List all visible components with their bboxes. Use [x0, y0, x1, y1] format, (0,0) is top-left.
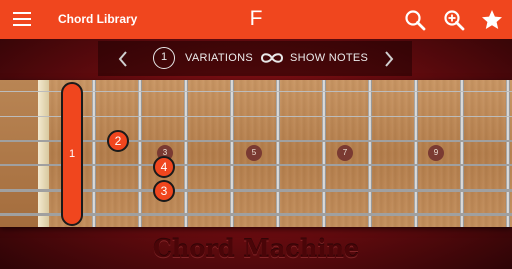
- page-title: Chord Library: [58, 12, 138, 26]
- fret-wire: [230, 80, 234, 227]
- fret-wire: [138, 80, 142, 227]
- infinity-icon[interactable]: [259, 51, 285, 65]
- nut: [38, 80, 49, 227]
- fret-marker: 9: [428, 145, 444, 161]
- chevron-left-icon[interactable]: [116, 49, 130, 69]
- fret-wire: [460, 80, 464, 227]
- brand-logo: Chord Machine: [152, 234, 360, 263]
- fret-marker: 5: [246, 145, 262, 161]
- chord-name: F: [249, 7, 263, 30]
- variation-number: 1: [153, 47, 175, 69]
- variations-label[interactable]: VARIATIONS: [185, 52, 253, 64]
- fret-marker: 7: [337, 145, 353, 161]
- fret-wire: [276, 80, 280, 227]
- fret-wire: [414, 80, 418, 227]
- headstock-edge: [0, 80, 38, 227]
- fret-wire: [368, 80, 372, 227]
- show-notes-button[interactable]: SHOW NOTES: [290, 52, 368, 64]
- zoom-in-icon[interactable]: [442, 8, 466, 32]
- fret-wire: [322, 80, 326, 227]
- fret-wire: [184, 80, 188, 227]
- star-icon[interactable]: [480, 8, 504, 32]
- search-icon[interactable]: [403, 8, 427, 32]
- app-bar: Chord Library F: [0, 0, 512, 39]
- variations-bar: 1 VARIATIONS SHOW NOTES: [98, 41, 412, 76]
- finger-dot[interactable]: 2: [107, 130, 129, 152]
- menu-icon[interactable]: [13, 12, 31, 27]
- chevron-right-icon[interactable]: [382, 49, 396, 69]
- fret-wire: [92, 80, 96, 227]
- fret-wire: [506, 80, 510, 227]
- barre-finger[interactable]: 1: [61, 82, 83, 226]
- finger-dot[interactable]: 3: [153, 180, 175, 202]
- finger-dot[interactable]: 4: [153, 156, 175, 178]
